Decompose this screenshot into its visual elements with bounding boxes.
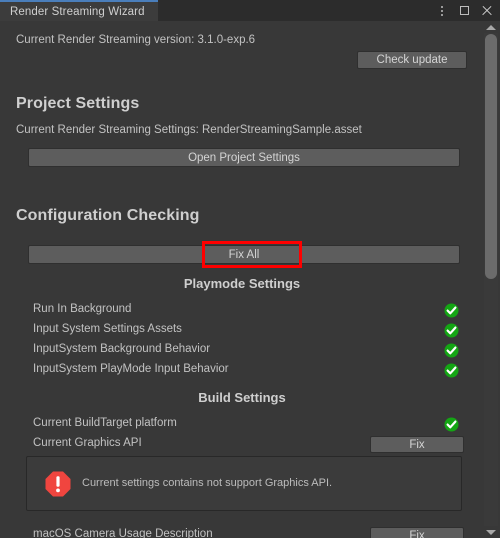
render-streaming-wizard-window: Render Streaming Wizard Current Render S… [0, 0, 500, 538]
row-label: InputSystem Background Behavior [33, 343, 211, 355]
fix-graphics-api-button[interactable]: Fix [370, 436, 464, 453]
row-label: InputSystem PlayMode Input Behavior [33, 363, 229, 375]
current-settings-text: Current Render Streaming Settings: Rende… [16, 124, 362, 136]
scroll-down-icon[interactable] [482, 526, 500, 538]
row-label: macOS Camera Usage Description [33, 528, 213, 538]
row-current-graphics-api[interactable]: Current Graphics API Fix [0, 435, 482, 455]
row-run-in-background[interactable]: Run In Background [0, 301, 482, 321]
graphics-api-error-box: Current settings contains not support Gr… [26, 456, 462, 511]
row-label: Input System Settings Assets [33, 323, 182, 335]
status-ok-icon [444, 323, 459, 338]
scroll-up-icon[interactable] [482, 21, 500, 33]
row-input-system-settings-assets[interactable]: Input System Settings Assets [0, 321, 482, 341]
error-icon [44, 470, 72, 498]
open-project-settings-button[interactable]: Open Project Settings [28, 148, 460, 167]
row-label: Run In Background [33, 303, 132, 315]
scrollbar-thumb[interactable] [485, 34, 497, 279]
tab-label: Render Streaming Wizard [10, 5, 145, 18]
status-ok-icon [444, 417, 459, 432]
section-title-build: Build Settings [198, 390, 286, 405]
row-inputsystem-playmode-input-behavior[interactable]: InputSystem PlayMode Input Behavior [0, 361, 482, 381]
status-ok-icon [444, 303, 459, 318]
wizard-content: Current Render Streaming version: 3.1.0-… [0, 21, 482, 538]
row-label: Current BuildTarget platform [33, 417, 177, 429]
project-settings-heading: Project Settings [16, 95, 140, 112]
window-controls [432, 0, 496, 21]
status-ok-icon [444, 343, 459, 358]
version-text: Current Render Streaming version: 3.1.0-… [16, 34, 256, 46]
tab-render-streaming-wizard[interactable]: Render Streaming Wizard [0, 0, 158, 21]
check-update-button[interactable]: Check update [357, 51, 467, 69]
error-message-text: Current settings contains not support Gr… [82, 477, 333, 489]
row-macos-camera-usage-description[interactable]: macOS Camera Usage Description Fix [0, 526, 482, 538]
row-current-buildtarget-platform[interactable]: Current BuildTarget platform [0, 415, 482, 435]
section-title-playmode: Playmode Settings [183, 276, 301, 291]
close-icon[interactable] [476, 0, 496, 21]
vertical-scrollbar[interactable] [482, 21, 500, 538]
fix-camera-usage-button[interactable]: Fix [370, 527, 464, 538]
fix-all-button[interactable]: Fix All [28, 245, 460, 264]
row-label: Current Graphics API [33, 437, 142, 449]
row-inputsystem-background-behavior[interactable]: InputSystem Background Behavior [0, 341, 482, 361]
configuration-checking-heading: Configuration Checking [16, 207, 200, 224]
kebab-menu-icon[interactable] [432, 0, 452, 21]
status-ok-icon [444, 363, 459, 378]
maximize-icon[interactable] [454, 0, 474, 21]
titlebar: Render Streaming Wizard [0, 0, 500, 21]
